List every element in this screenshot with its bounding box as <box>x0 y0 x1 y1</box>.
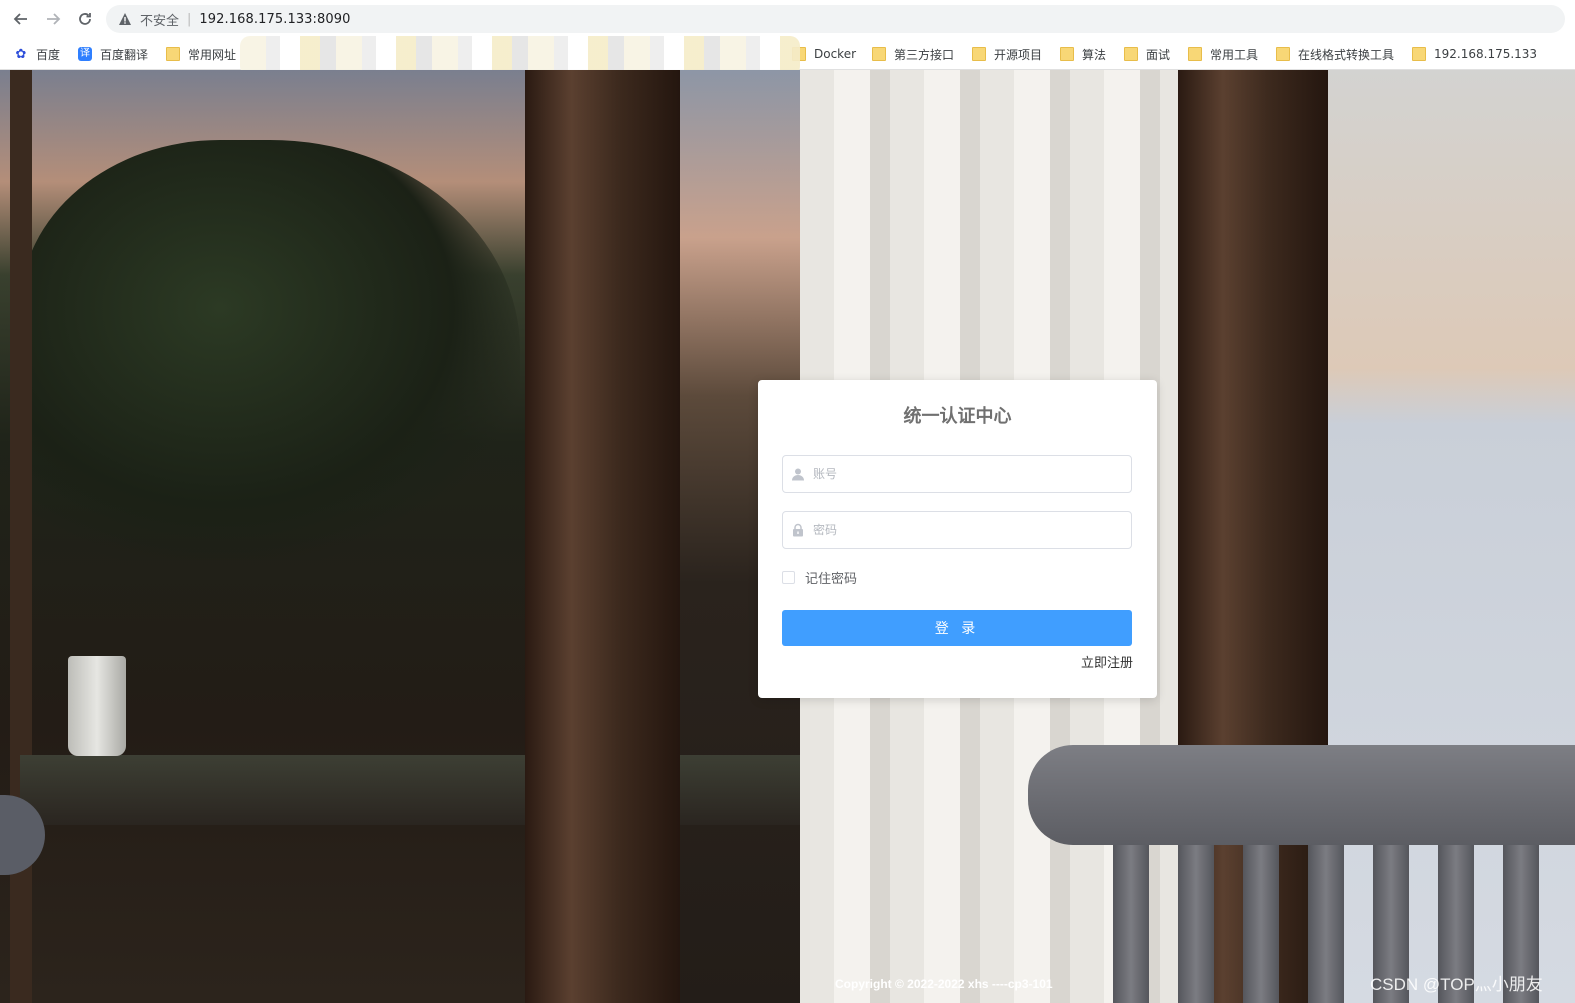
forward-button[interactable] <box>42 8 64 30</box>
remember-checkbox[interactable] <box>782 571 795 584</box>
username-input[interactable] <box>813 467 1113 481</box>
bookmark-label: 算法 <box>1082 47 1107 62</box>
arrow-right-icon <box>47 13 61 25</box>
bookmark-label: 常用工具 <box>1210 47 1259 62</box>
login-button[interactable]: 登 录 <box>782 610 1132 646</box>
bookmark-label: 面试 <box>1146 47 1171 62</box>
bookmark-baidu-fanyi[interactable]: 译 百度翻译 <box>78 44 148 64</box>
cup-reflection <box>68 656 126 756</box>
arrow-left-icon <box>13 13 27 25</box>
security-status: 不安全 <box>140 13 180 29</box>
bookmark-label: 第三方接口 <box>894 47 955 62</box>
bench-slat <box>1113 845 1149 1003</box>
bookmark-common-sites[interactable]: 常用网址 <box>166 44 236 64</box>
folder-icon <box>972 47 986 61</box>
reload-icon <box>79 13 91 25</box>
bookmark-third-party-api[interactable]: 第三方接口 <box>872 44 954 64</box>
bookmark-interview[interactable]: 面试 <box>1124 44 1170 64</box>
folder-icon <box>1276 47 1290 61</box>
bookmark-label: 百度 <box>36 47 61 62</box>
bookmark-label: 192.168.175.133 <box>1434 47 1538 61</box>
tree-reflection <box>20 140 520 560</box>
register-link[interactable]: 立即注册 <box>1081 652 1133 671</box>
bookmark-baidu[interactable]: ✿ 百度 <box>14 44 60 64</box>
bookmark-label: Docker <box>814 47 857 61</box>
back-button[interactable] <box>10 8 32 30</box>
csdn-watermark: CSDN @TOP灬小朋友 <box>1370 975 1543 994</box>
browser-toolbar: 不安全 | 192.168.175.133:8090 <box>0 0 1575 38</box>
bookmark-format-converter[interactable]: 在线格式转换工具 <box>1276 44 1394 64</box>
bookmark-open-source[interactable]: 开源项目 <box>972 44 1042 64</box>
bookmark-common-tools[interactable]: 常用工具 <box>1188 44 1258 64</box>
folder-icon <box>872 47 886 61</box>
bench-slat <box>1178 845 1214 1003</box>
username-field[interactable] <box>782 455 1132 493</box>
login-card: 统一认证中心 记住密码 登 录 立即注册 <box>758 380 1157 698</box>
bookmark-label: 在线格式转换工具 <box>1298 47 1395 62</box>
wooden-post-left <box>525 70 680 1003</box>
url-text: 192.168.175.133:8090 <box>199 11 351 27</box>
password-input[interactable] <box>813 523 1113 537</box>
user-icon <box>792 468 804 481</box>
warning-icon <box>119 13 131 25</box>
folder-icon <box>1124 47 1138 61</box>
bookmark-label: 百度翻译 <box>100 47 149 62</box>
folder-icon <box>1060 47 1074 61</box>
address-bar[interactable]: 不安全 | 192.168.175.133:8090 <box>106 5 1565 33</box>
bench-backrest <box>1028 745 1575 845</box>
bench-slat <box>1308 845 1344 1003</box>
bookmark-label: 开源项目 <box>994 47 1043 62</box>
url-separator: | <box>187 11 192 27</box>
bookmark-local-server[interactable]: 192.168.175.133 <box>1412 44 1537 64</box>
remember-label: 记住密码 <box>805 572 858 587</box>
fanyi-icon: 译 <box>78 47 92 61</box>
folder-icon <box>166 47 180 61</box>
bookmark-label: 常用网址 <box>188 47 237 62</box>
wooden-bench <box>1028 745 1575 1003</box>
bench-slat <box>1243 845 1279 1003</box>
folder-icon <box>1188 47 1202 61</box>
window-sill <box>20 755 800 825</box>
reload-button[interactable] <box>74 8 96 30</box>
bookmark-docker[interactable]: Docker <box>792 44 856 64</box>
folder-icon <box>1412 47 1426 61</box>
remember-password[interactable]: 记住密码 <box>782 568 857 587</box>
password-field[interactable] <box>782 511 1132 549</box>
copyright-text: Copyright © 2022-2022 xhs ----cp3-101 <box>835 977 1053 991</box>
lock-icon <box>793 523 803 537</box>
baidu-icon: ✿ <box>15 47 27 62</box>
bookmark-algorithm[interactable]: 算法 <box>1060 44 1106 64</box>
login-title: 统一认证中心 <box>903 406 1012 427</box>
